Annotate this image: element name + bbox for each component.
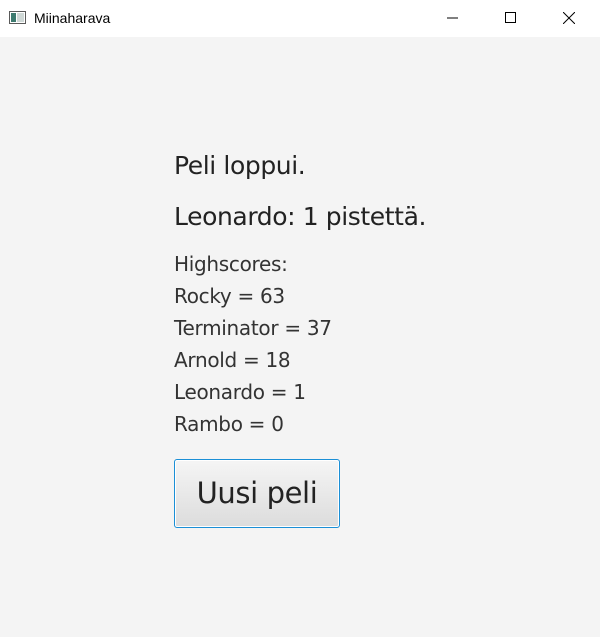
player-score: Leonardo: 1 pistettä.: [174, 202, 427, 231]
close-button[interactable]: [546, 0, 592, 37]
maximize-icon: [505, 12, 516, 23]
new-game-button[interactable]: Uusi peli: [174, 459, 340, 528]
title-bar[interactable]: Miinaharava: [0, 0, 600, 37]
app-window: Miinaharava Peli loppui. Leonardo: 1 pis…: [0, 0, 600, 637]
highscore-entry: Rambo = 0: [174, 412, 284, 436]
minimize-icon: [447, 17, 458, 19]
close-icon: [563, 12, 575, 24]
highscores-heading: Highscores:: [174, 252, 288, 276]
window-title: Miinaharava: [34, 10, 111, 26]
maximize-button[interactable]: [488, 0, 534, 37]
highscore-entry: Terminator = 37: [174, 316, 332, 340]
minimize-button[interactable]: [430, 0, 476, 37]
game-over-message: Peli loppui.: [174, 151, 306, 180]
highscore-entry: Leonardo = 1: [174, 380, 306, 404]
highscore-entry: Rocky = 63: [174, 284, 285, 308]
highscore-entry: Arnold = 18: [174, 348, 291, 372]
app-window-icon: [9, 11, 26, 24]
